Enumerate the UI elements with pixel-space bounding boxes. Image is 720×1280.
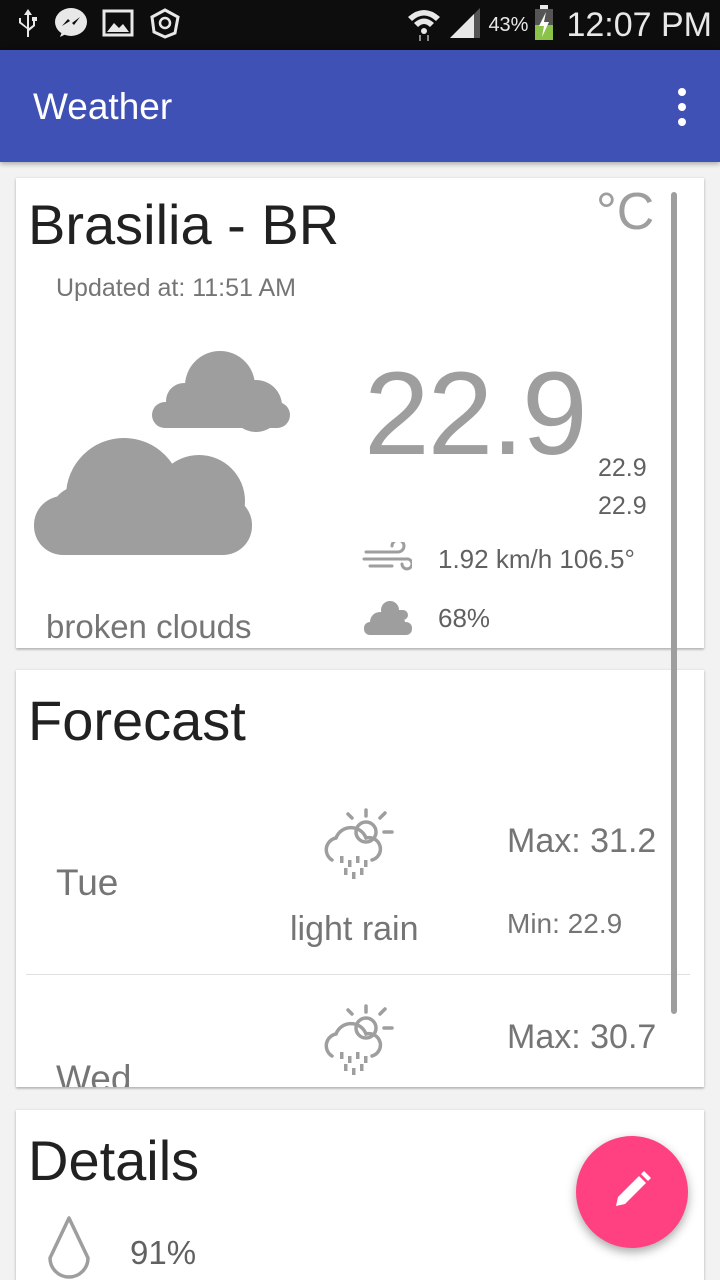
clock: 12:07 PM <box>566 5 712 44</box>
light-rain-icon <box>318 1000 398 1087</box>
cloudiness-icon <box>362 598 414 643</box>
current-temperature: 22.9 <box>364 348 588 480</box>
more-vert-icon <box>678 88 686 96</box>
forecast-card: Forecast Tue light rain Max: 31.2 Min: 2… <box>16 670 704 1087</box>
overflow-menu-button[interactable] <box>670 88 694 126</box>
cloudiness-value: 68% <box>438 603 491 633</box>
forecast-max: Max: 31.2 <box>507 822 657 860</box>
details-title: Details <box>28 1129 200 1192</box>
light-rain-icon <box>318 804 398 891</box>
battery-percent: 43% <box>488 13 529 36</box>
notification-icons <box>16 7 182 44</box>
broken-clouds-icon <box>34 346 294 566</box>
system-icons: 43% 12:07 PM <box>406 0 712 50</box>
more-vert-icon-dot <box>678 103 686 111</box>
current-weather-card: Brasilia - BR °C Updated at: 11:51 AM br… <box>16 178 704 648</box>
humidity-value: 91% <box>130 1234 197 1271</box>
forecast-row[interactable]: Wed Max: 30.7 <box>26 982 690 1087</box>
min-temperature: 22.9 <box>598 492 647 520</box>
forecast-title: Forecast <box>28 689 246 752</box>
scrollbar[interactable] <box>671 192 677 1014</box>
forecast-row[interactable]: Tue light rain Max: 31.2 Min: 22.9 <box>26 786 690 975</box>
app-title: Weather <box>33 86 173 127</box>
forecast-max: Max: 30.7 <box>507 1018 657 1056</box>
more-vert-icon-dot <box>678 118 686 126</box>
forecast-day: Wed <box>56 1058 132 1087</box>
humidity-drop-icon <box>44 1214 94 1280</box>
edit-pencil-icon <box>610 1168 654 1217</box>
forecast-min: Min: 22.9 <box>507 908 623 939</box>
battery-charging-icon <box>534 4 554 46</box>
app-icon <box>148 7 182 44</box>
unit-toggle[interactable]: °C <box>596 182 654 242</box>
status-bar: 43% 12:07 PM <box>0 0 720 50</box>
app-bar: Weather <box>0 50 720 162</box>
city-name: Brasilia - BR <box>28 193 340 256</box>
updated-time: Updated at: 11:51 AM <box>56 274 296 302</box>
gallery-icon <box>102 9 134 42</box>
forecast-day: Tue <box>56 862 119 903</box>
max-temperature: 22.9 <box>598 454 647 482</box>
wifi-icon <box>406 5 442 46</box>
forecast-description: light rain <box>290 910 419 948</box>
edit-city-button[interactable] <box>576 1136 688 1248</box>
wind-icon <box>362 538 414 577</box>
weather-description: broken clouds <box>46 608 252 645</box>
messenger-icon <box>54 7 88 44</box>
wind-value: 1.92 km/h 106.5° <box>438 544 635 574</box>
signal-icon <box>448 6 482 45</box>
usb-icon <box>16 7 40 44</box>
